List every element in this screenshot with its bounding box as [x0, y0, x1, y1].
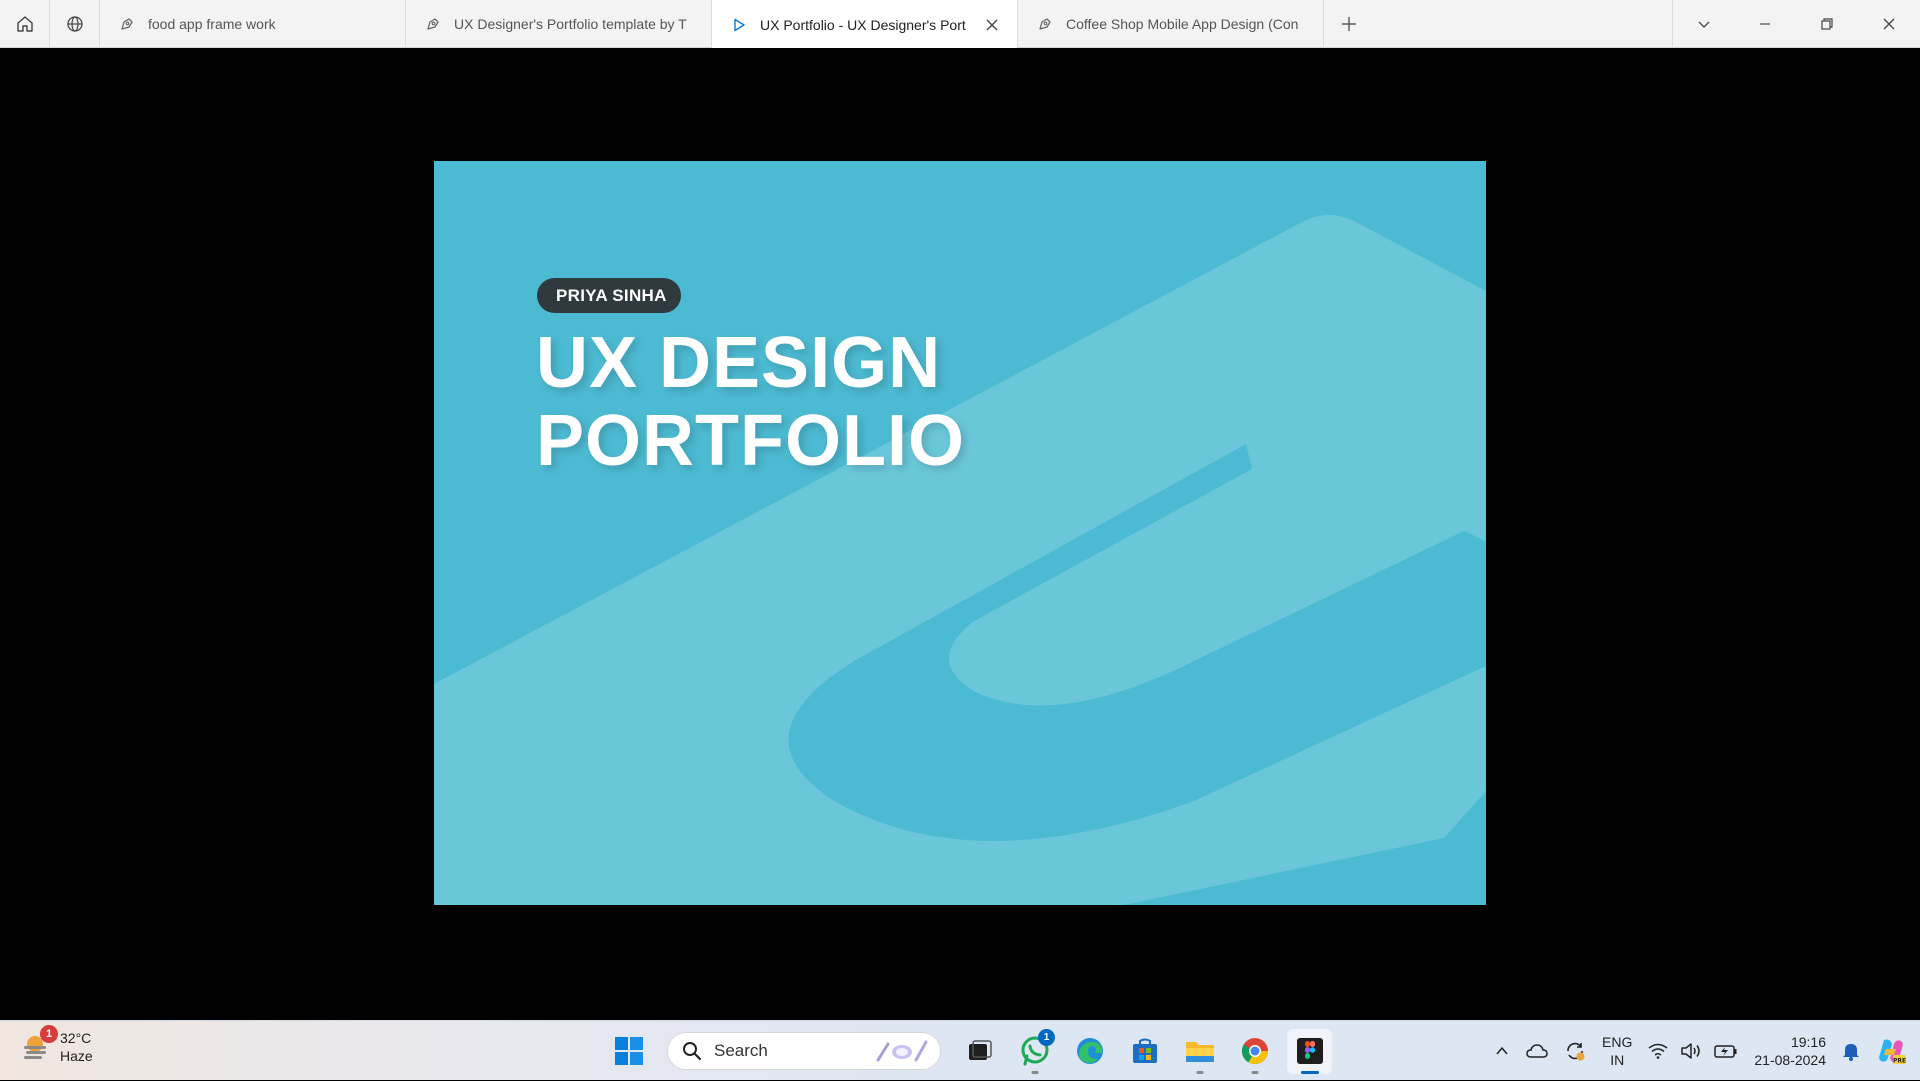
restore-button[interactable] — [1796, 0, 1858, 48]
author-name-tag: PRIYA SINHA — [537, 278, 681, 313]
chevron-up-icon — [1496, 1046, 1508, 1055]
haze-weather-icon: 1 — [20, 1025, 58, 1063]
onedrive-button[interactable] — [1518, 1021, 1556, 1081]
decorative-ribbon-shape — [434, 215, 1486, 905]
region-code: IN — [1610, 1052, 1625, 1068]
page-title: UX DESIGN PORTFOLIO — [536, 324, 965, 480]
svg-text:PRE: PRE — [1893, 1058, 1906, 1065]
tab-coffee-shop[interactable]: Coffee Shop Mobile App Design (Con — [1018, 0, 1324, 48]
search-highlight-icon — [876, 1040, 928, 1062]
chrome-icon — [1241, 1038, 1268, 1065]
cloud-icon — [1526, 1044, 1548, 1058]
copilot-icon: PRE — [1879, 1039, 1906, 1065]
play-prototype-icon — [730, 16, 748, 34]
close-icon[interactable] — [983, 16, 1001, 34]
tab-list-button[interactable] — [1672, 0, 1734, 48]
portfolio-cover-frame[interactable]: PRIYA SINHA UX DESIGN PORTFOLIO — [434, 161, 1486, 905]
bell-icon — [1843, 1044, 1859, 1061]
prototype-viewer: PRIYA SINHA UX DESIGN PORTFOLIO — [0, 48, 1920, 1020]
notifications-button[interactable] — [1834, 1021, 1868, 1081]
plus-icon — [1342, 17, 1356, 31]
tab-label: UX Designer's Portfolio template by T — [454, 16, 687, 32]
volume-icon — [1681, 1043, 1701, 1059]
sync-icon — [1567, 1042, 1585, 1061]
store-icon — [1132, 1038, 1157, 1063]
windows-logo-icon — [614, 1037, 643, 1065]
folder-icon — [1185, 1042, 1214, 1062]
tab-food-app[interactable]: food app frame work — [100, 0, 406, 48]
edge-browser-icon — [1076, 1038, 1103, 1064]
minimize-icon — [1760, 23, 1770, 25]
microsoft-store-app[interactable] — [1122, 1029, 1167, 1074]
notification-badge: 1 — [1038, 1028, 1055, 1046]
close-icon — [1883, 18, 1895, 30]
figma-design-icon — [1036, 15, 1054, 33]
search-icon — [683, 1042, 702, 1061]
restore-icon — [1821, 18, 1833, 30]
running-indicator — [1031, 1070, 1038, 1074]
wifi-icon — [1648, 1043, 1668, 1059]
weather-text: 32°C Haze — [60, 1029, 93, 1065]
tab-portfolio-template[interactable]: UX Designer's Portfolio template by T — [406, 0, 712, 48]
weather-condition: Haze — [60, 1048, 93, 1064]
tab-bar-spacer — [1374, 0, 1672, 47]
running-indicator — [1196, 1070, 1203, 1074]
clock[interactable]: 19:16 21-08-2024 — [1746, 1021, 1834, 1081]
title-line-2: PORTFOLIO — [536, 401, 965, 481]
search-placeholder: Search — [714, 1041, 768, 1060]
home-button[interactable] — [0, 0, 50, 48]
new-tab-button[interactable] — [1324, 0, 1374, 48]
taskbar-search[interactable]: Search — [667, 1032, 941, 1070]
start-button[interactable] — [606, 1029, 651, 1074]
edge-app[interactable] — [1067, 1029, 1112, 1074]
community-button[interactable] — [50, 0, 100, 48]
windows-taskbar: 1 32°C Haze Search 1 ENG IN 19:16 21-08-… — [0, 1020, 1920, 1080]
figma-design-icon — [118, 15, 136, 33]
time: 19:16 — [1790, 1034, 1826, 1050]
tab-label: food app frame work — [148, 16, 276, 32]
whatsapp-app[interactable]: 1 — [1012, 1028, 1057, 1074]
close-window-button[interactable] — [1858, 0, 1920, 48]
temperature: 32°C — [60, 1030, 92, 1046]
notification-badge: 1 — [40, 1025, 58, 1043]
figma-icon — [1296, 1038, 1323, 1064]
show-hidden-icons-button[interactable] — [1486, 1021, 1518, 1081]
file-explorer-app[interactable] — [1177, 1029, 1222, 1074]
chevron-down-icon — [1698, 21, 1709, 28]
task-view-icon — [968, 1040, 992, 1060]
sync-status-button[interactable] — [1556, 1021, 1594, 1081]
system-tray: ENG IN 19:16 21-08-2024 PRE — [1486, 1021, 1920, 1081]
copilot-button[interactable]: PRE — [1868, 1021, 1920, 1081]
battery-charging-icon — [1714, 1045, 1737, 1058]
tab-ux-portfolio[interactable]: UX Portfolio - UX Designer's Port — [712, 0, 1018, 49]
running-indicator — [1251, 1070, 1258, 1074]
minimize-button[interactable] — [1734, 0, 1796, 48]
chrome-app[interactable] — [1232, 1029, 1277, 1074]
weather-widget[interactable]: 1 32°C Haze — [20, 1025, 93, 1065]
globe-icon — [66, 16, 83, 32]
home-icon — [16, 16, 33, 32]
running-indicator — [1300, 1070, 1319, 1074]
title-line-1: UX DESIGN — [536, 323, 942, 403]
figma-design-icon — [424, 15, 442, 33]
date: 21-08-2024 — [1754, 1052, 1826, 1068]
browser-tab-bar: food app frame work UX Designer's Portfo… — [0, 0, 1920, 49]
task-view-button[interactable] — [957, 1029, 1002, 1074]
taskbar-apps: Search 1 — [606, 1027, 1332, 1075]
quick-settings-button[interactable] — [1640, 1021, 1746, 1081]
figma-app[interactable] — [1287, 1028, 1332, 1074]
language-indicator[interactable]: ENG IN — [1594, 1021, 1640, 1081]
language-code: ENG — [1602, 1034, 1633, 1050]
tab-label: UX Portfolio - UX Designer's Port — [760, 16, 966, 33]
tab-label: Coffee Shop Mobile App Design (Con — [1066, 16, 1299, 32]
